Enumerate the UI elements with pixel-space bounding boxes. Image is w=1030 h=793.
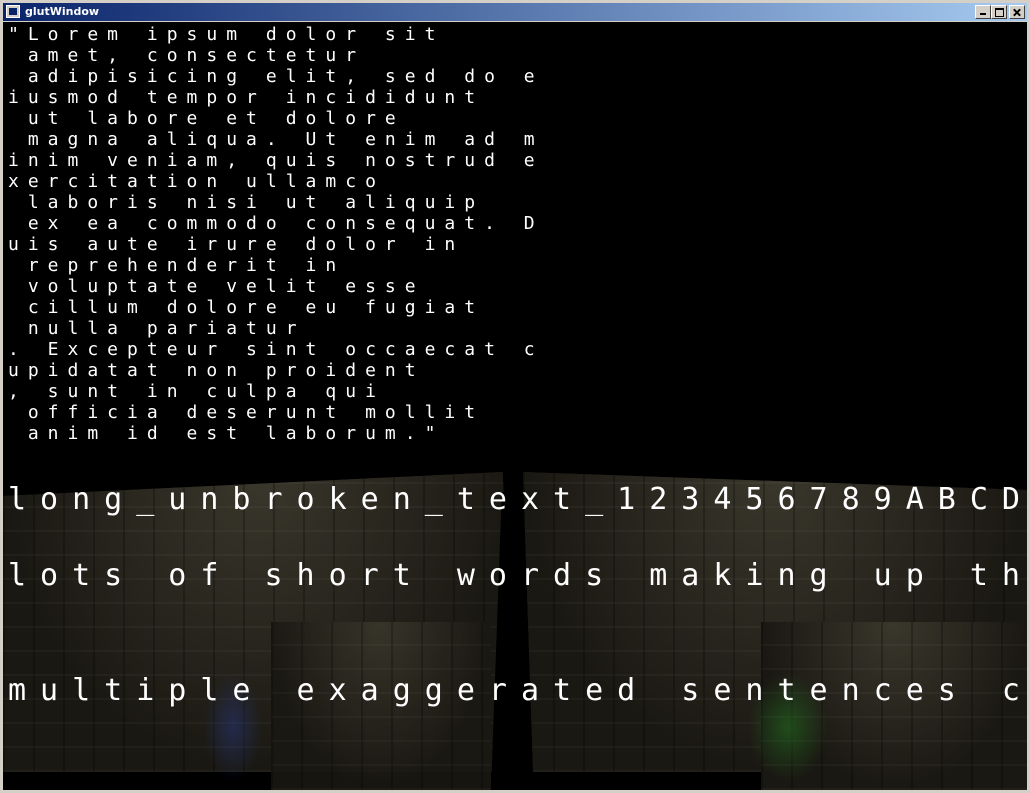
maximize-button[interactable]	[991, 5, 1007, 19]
paragraph-line: iusmod tempor incididunt	[8, 87, 485, 108]
paragraph-line: upidatat non proident	[8, 360, 425, 381]
paragraph-line: , sunt in culpa qui	[8, 381, 385, 402]
paragraph-line: nulla pariatur	[8, 318, 306, 339]
minimize-button[interactable]	[975, 5, 991, 19]
paragraph-line: ex ea commodo consequat. D	[8, 213, 544, 234]
paragraph-line: adipisicing elit, sed do e	[8, 66, 544, 87]
short-words-text-line: lots of short words making up th	[8, 558, 1027, 593]
close-button[interactable]	[1009, 5, 1025, 19]
paragraph-line: cillum dolore eu fugiat	[8, 297, 485, 318]
paragraph-line: laboris nisi ut aliquip	[8, 192, 485, 213]
3d-scene	[3, 472, 1027, 790]
paragraph-line: . Excepteur sint occaecat c	[8, 339, 544, 360]
paragraph-line: ut labore et dolore	[8, 108, 405, 129]
paragraph-line: amet, consectetur	[8, 45, 366, 66]
paragraph-line: xercitation ullamco	[8, 171, 385, 192]
long-unbroken-text-line: long_unbroken_text_123456789ABCD	[8, 482, 1027, 517]
paragraph-line: uis aute irure dolor in	[8, 234, 465, 255]
paragraph-line: officia deserunt mollit	[8, 402, 485, 423]
paragraph-line: "Lorem ipsum dolor sit	[8, 24, 445, 45]
opengl-canvas[interactable]: "Lorem ipsum dolor sit amet, consectetur…	[3, 22, 1027, 790]
paragraph-line: reprehenderit in	[8, 255, 346, 276]
paragraph-line: voluptate velit esse	[8, 276, 425, 297]
window-icon[interactable]	[6, 5, 20, 18]
glut-window: glutWindow "Lorem ipsum dolor sit amet, …	[0, 0, 1030, 793]
paragraph-line: inim veniam, quis nostrud e	[8, 150, 544, 171]
paragraph-line: anim id est laborum."	[8, 423, 445, 444]
window-title: glutWindow	[25, 5, 100, 18]
exaggerated-sentences-text-line: multiple exaggerated sentences c	[8, 673, 1027, 708]
paragraph-line: magna aliqua. Ut enim ad m	[8, 129, 544, 150]
lorem-ipsum-paragraph: "Lorem ipsum dolor sit amet, consectetur…	[8, 24, 544, 444]
title-bar[interactable]: glutWindow	[3, 3, 1027, 21]
